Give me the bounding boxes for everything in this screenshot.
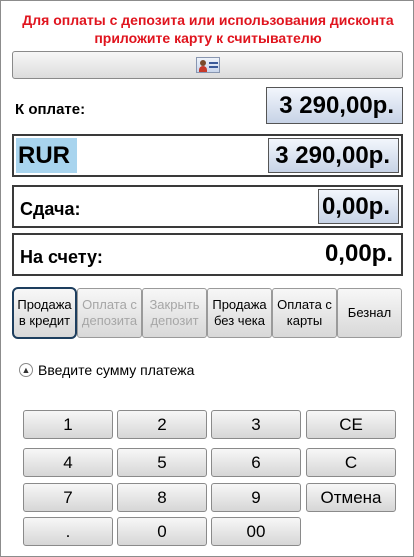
payment-window: Для оплаты с депозита или использования …: [0, 0, 414, 557]
change-label: Сдача:: [20, 199, 81, 219]
currency-code[interactable]: RUR: [16, 138, 77, 173]
amount-due-label: К оплате:: [15, 101, 86, 118]
amount-due-value: 3 290,00р.: [266, 87, 403, 124]
card-notice-line-1: Для оплаты с депозита или использования …: [22, 12, 394, 28]
account-label: На счету:: [20, 247, 103, 267]
key-2[interactable]: 2: [117, 410, 207, 439]
change-value: 0,00р.: [318, 189, 399, 224]
payment-hint-text: Введите сумму платежа: [38, 362, 195, 378]
close-deposit-button[interactable]: Закрыть депозит: [142, 288, 207, 338]
key-7[interactable]: 7: [23, 483, 113, 512]
payment-hint[interactable]: ▲ Введите сумму платежа: [19, 362, 194, 378]
key-clear[interactable]: C: [306, 448, 396, 477]
card-notice: Для оплаты с депозита или использования …: [1, 11, 414, 47]
key-9[interactable]: 9: [211, 483, 301, 512]
key-8[interactable]: 8: [117, 483, 207, 512]
key-6[interactable]: 6: [211, 448, 301, 477]
cancel-button[interactable]: Отмена: [306, 483, 396, 512]
key-4[interactable]: 4: [23, 448, 113, 477]
sell-without-receipt-button[interactable]: Продажа без чека: [207, 288, 272, 338]
chevron-up-circle-icon[interactable]: ▲: [19, 363, 33, 377]
card-notice-line-2: приложите карту к считывателю: [94, 30, 322, 46]
currency-amount-field[interactable]: 3 290,00р.: [268, 138, 399, 173]
change-row: Сдача: 0,00р.: [12, 185, 403, 228]
sell-on-credit-button[interactable]: Продажа в кредит: [12, 287, 77, 339]
key-5[interactable]: 5: [117, 448, 207, 477]
read-card-button[interactable]: [12, 51, 403, 79]
pay-from-deposit-button[interactable]: Оплата с депозита: [77, 288, 142, 338]
key-0[interactable]: 0: [117, 517, 207, 546]
key-00[interactable]: 00: [211, 517, 301, 546]
key-1[interactable]: 1: [23, 410, 113, 439]
id-card-icon: [195, 57, 220, 73]
account-value: 0,00р.: [324, 240, 393, 267]
key-3[interactable]: 3: [211, 410, 301, 439]
currency-row: RUR 3 290,00р.: [12, 134, 403, 177]
account-row: На счету: 0,00р.: [12, 233, 403, 276]
key-clear-entry[interactable]: CE: [306, 410, 396, 439]
pay-by-card-button[interactable]: Оплата с карты: [272, 288, 337, 338]
payment-actions: Продажа в кредит Оплата с депозита Закры…: [12, 287, 403, 340]
cashless-button[interactable]: Безнал: [337, 288, 402, 338]
key-decimal-point[interactable]: .: [23, 517, 113, 546]
